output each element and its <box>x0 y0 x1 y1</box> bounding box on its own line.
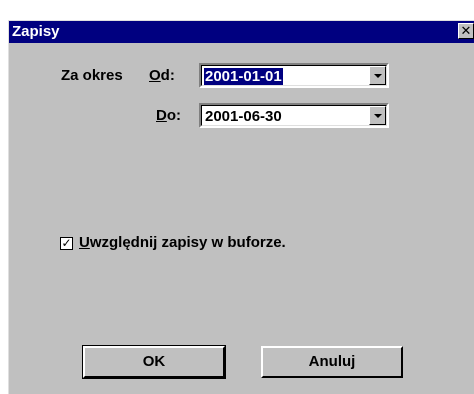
from-label: Od: <box>149 67 175 84</box>
from-date-value[interactable]: 2001-01-01 <box>204 68 283 85</box>
buffer-checkbox[interactable]: ✓ <box>60 237 73 250</box>
from-label-mnemonic: O <box>149 67 161 84</box>
to-date-combobox[interactable]: 2001-06-30 <box>199 103 389 128</box>
from-date-combobox[interactable]: 2001-01-01 <box>199 63 389 88</box>
to-label-text: o: <box>166 107 182 124</box>
title-bar[interactable]: Zapisy ✕ <box>9 21 474 43</box>
buffer-option-label[interactable]: Uwzględnij zapisy w buforze. <box>79 234 286 251</box>
from-date-field-border: 2001-01-01 <box>201 65 387 86</box>
to-label: Do: <box>156 107 181 124</box>
chevron-down-icon[interactable] <box>369 106 386 125</box>
to-date-field-border: 2001-06-30 <box>201 105 387 126</box>
from-label-text: d: <box>160 67 175 84</box>
close-icon[interactable]: ✕ <box>458 23 474 39</box>
dialog-window: Zapisy ✕ Za okres Od: 2001-01-01 Do: 200… <box>8 20 474 394</box>
period-label: Za okres <box>61 67 123 84</box>
buffer-label-text: względnij zapisy w buforze. <box>89 234 286 251</box>
to-date-value[interactable]: 2001-06-30 <box>204 108 283 125</box>
to-label-mnemonic: D <box>156 107 167 124</box>
buffer-label-mnemonic: U <box>79 234 90 251</box>
window-title: Zapisy <box>12 23 60 40</box>
cancel-button[interactable]: Anuluj <box>261 346 403 378</box>
chevron-down-icon[interactable] <box>369 66 386 85</box>
ok-button[interactable]: OK <box>82 345 226 379</box>
